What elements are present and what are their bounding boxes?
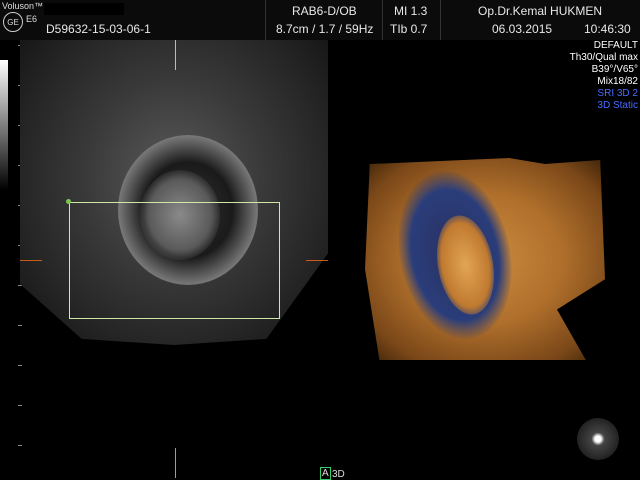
center-line-top: [175, 40, 176, 70]
orientation-orb-icon[interactable]: [577, 418, 619, 460]
mix-label: Mix18/82: [597, 76, 638, 87]
grayscale-bar: [0, 60, 8, 190]
redacted-patient-name: [44, 3, 124, 15]
mode-label: 3D Static: [597, 100, 638, 111]
roi-handle[interactable]: [66, 199, 71, 204]
model-label: E6: [26, 14, 38, 24]
angles-label: B39°/V65°: [591, 64, 638, 75]
render-roi-box[interactable]: [69, 202, 280, 319]
right-render-marker: [306, 260, 328, 261]
center-line-bottom: [175, 448, 176, 478]
ge-logo-icon: GE: [3, 12, 23, 32]
depth-frequency: 8.7cm / 1.7 / 59Hz: [276, 22, 374, 36]
quality-label: Th30/Qual max: [569, 52, 638, 63]
brand-label: Voluson™: [2, 1, 44, 11]
mi-value: MI 1.3: [394, 4, 428, 18]
preset-label: DEFAULT: [593, 40, 638, 51]
sri-label: SRI 3D 2: [597, 88, 638, 99]
exam-date: 06.03.2015: [492, 22, 553, 36]
header-divider: [382, 0, 383, 40]
view-3d-tab[interactable]: 3D: [332, 469, 345, 480]
header-divider: [440, 0, 441, 40]
physician-name: Op.Dr.Kemal HUKMEN: [478, 4, 603, 18]
exam-time: 10:46:30: [584, 22, 631, 36]
header-bar: Voluson™ GE E6 D59632-15-03-06-1 RAB6-D/…: [0, 0, 640, 40]
header-divider: [265, 0, 266, 40]
probe-label: RAB6-D/OB: [292, 4, 357, 18]
patient-id: D59632-15-03-06-1: [46, 22, 151, 36]
view-a-tab[interactable]: A: [320, 467, 331, 480]
left-render-marker: [20, 260, 42, 261]
tib-value: TIb 0.7: [390, 22, 428, 36]
